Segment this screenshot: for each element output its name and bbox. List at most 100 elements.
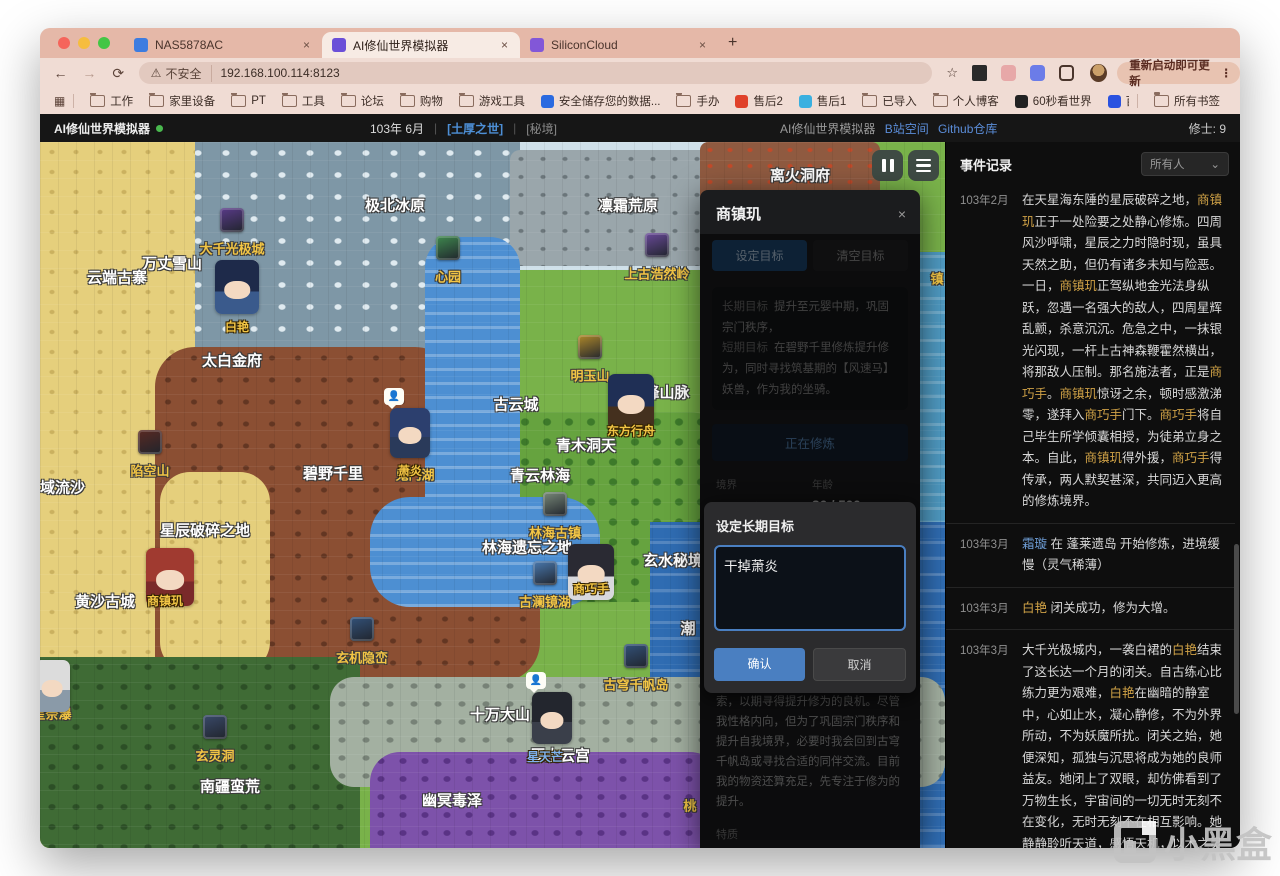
extension-icon-1[interactable] [972,65,988,81]
bookmark-item[interactable]: 手办 [676,93,719,109]
minimize-window-button[interactable] [78,37,90,49]
confirm-button[interactable]: 确认 [714,648,805,681]
extension-icon-2[interactable] [1001,65,1017,81]
building-icon[interactable] [220,208,244,232]
character-name-link[interactable]: 霜璇 [1022,537,1047,551]
bookmark-item[interactable]: 已导入 [862,93,917,109]
tab-close-icon[interactable]: × [697,38,708,52]
back-button[interactable]: ← [52,65,69,81]
bookmark-item[interactable]: 家里设备 [149,93,215,109]
address-bar[interactable]: ⚠ 不安全 192.168.100.114:8123 [138,62,933,84]
new-tab-button[interactable]: + [728,34,737,52]
character-sprite[interactable] [532,692,572,744]
map-site-label[interactable]: 古澜镜湖 [519,592,571,611]
character-name-label[interactable]: 商巧手 [573,580,609,597]
github-link[interactable]: Github仓库 [938,122,997,136]
bookmark-item[interactable]: 安全储存您的数据... [540,93,660,109]
character-name-label[interactable]: 东方行舟 [607,422,655,439]
map-site-label[interactable]: 镇 [930,269,943,288]
event-log-title: 事件记录 [960,157,1013,173]
bilibili-link[interactable]: B站空间 [885,122,929,136]
character-name-label[interactable]: 商镇玑 [147,592,183,609]
update-button[interactable]: 重新启动即可更新 ⋮ [1117,60,1240,88]
bookmark-item[interactable]: 售后1 [798,93,846,109]
character-name-link[interactable]: 商镇玑 [1060,279,1098,293]
secret-realm-link[interactable]: [秘境] [526,120,557,137]
character-name-label[interactable]: 萧炎 [398,462,422,479]
bookmark-item[interactable]: 论坛 [340,93,384,109]
character-name-link[interactable]: 白艳 [1022,601,1047,615]
panel-scrollbar[interactable] [1234,544,1239,714]
zoom-window-button[interactable] [98,37,110,49]
map-site-label[interactable]: 大千光极城 [199,239,264,258]
character-sprite[interactable] [215,260,259,314]
tab-close-icon[interactable]: × [301,38,312,52]
all-bookmarks-button[interactable]: 所有书签 [1154,92,1220,109]
building-icon[interactable] [533,561,557,585]
bookmark-item[interactable]: 60秒看世界 [1014,93,1092,109]
browser-tab[interactable]: AI修仙世界模拟器 × [322,32,520,58]
apps-grid-icon[interactable]: ▦ [54,94,65,108]
map-site-label[interactable]: 玄机隐峦 [336,648,388,667]
era-link[interactable]: [土厚之世] [447,120,503,137]
bookmark-item[interactable]: 游戏工具 [458,93,525,109]
audience-filter-dropdown[interactable]: 所有人 ⌄ [1141,152,1229,176]
browser-tab[interactable]: SiliconCloud × [520,32,718,58]
bookmark-item[interactable]: PT [231,93,266,107]
character-name-link[interactable]: 白艳 [1110,686,1135,700]
bookmark-item[interactable]: 售后2 [735,93,783,109]
bookmark-star-icon[interactable]: ☆ [946,65,958,81]
close-window-button[interactable] [58,37,70,49]
character-name-link[interactable]: 商镇玑 [1085,451,1123,465]
building-icon[interactable] [138,430,162,454]
bookmark-item[interactable]: 购物 [399,93,443,109]
forward-button[interactable]: → [81,65,98,81]
building-icon[interactable] [350,617,374,641]
extensions-puzzle-icon[interactable] [1059,65,1075,81]
tab-close-icon[interactable]: × [499,38,510,52]
close-icon[interactable]: × [898,206,906,222]
browser-menu-dots-icon[interactable]: ⋮ [1220,66,1232,80]
map-site-label[interactable]: 上古浩然岭 [624,264,689,283]
goal-input[interactable] [714,545,906,631]
map-site-label[interactable]: 林海古镇 [529,523,581,542]
character-name-link[interactable]: 商镇玑 [1060,387,1098,401]
bookmark-item[interactable]: 工具 [281,93,325,109]
character-name-label[interactable]: 白艳 [225,318,249,335]
bookmark-item[interactable]: 个人博客 [932,93,999,109]
browser-tab[interactable]: NAS5878AC × [124,32,322,58]
bookmark-item[interactable]: 百度一下，你就知道 [1107,93,1129,109]
extension-icon-3[interactable] [1030,65,1046,81]
map-site-label[interactable]: 古穹千帆岛 [603,675,668,694]
map-site-label[interactable]: 明玉山 [570,366,609,385]
character-name-label[interactable]: 星天芒 [527,748,563,765]
pause-button[interactable] [872,150,903,181]
building-icon[interactable] [436,236,460,260]
map-site-label[interactable]: 桃 [683,796,696,815]
profile-avatar[interactable] [1090,64,1108,82]
event-text: 白艳 闭关成功，修为大增。 [1022,598,1227,620]
building-icon[interactable] [578,335,602,359]
building-icon[interactable] [624,644,648,668]
bookmark-item[interactable]: 工作 [90,93,133,109]
character-name-link[interactable]: 商巧手 [1160,408,1198,422]
building-icon[interactable] [645,233,669,257]
building-icon[interactable] [203,715,227,739]
reload-button[interactable]: ⟳ [110,65,127,82]
world-map[interactable]: 极北冰原 凛霜荒原 离火洞府 万丈雪山 云端古寨 太白金府 古云城 峰山脉 青木洞天 青云林海 碧野… [40,142,945,848]
character-name-link[interactable]: 商巧手 [1085,408,1123,422]
character-sprite[interactable] [390,408,430,458]
map-site-label[interactable]: 玄灵洞 [195,746,234,765]
character-name-link[interactable]: 商巧手 [1172,451,1210,465]
security-chip[interactable]: ⚠ 不安全 [151,64,213,82]
map-site-label[interactable]: 心园 [435,267,461,286]
map-place-label: 潮 [680,620,696,638]
building-icon[interactable] [543,492,567,516]
cancel-button[interactable]: 取消 [813,648,906,681]
event-text: 在天星海东陲的星辰破碎之地，商镇玑正于一处险要之处静心修炼。四周风沙呼啸，星辰之… [1022,190,1227,513]
map-site-label[interactable]: 陷空山 [130,461,169,480]
character-sprite[interactable] [40,660,70,712]
character-name-link[interactable]: 白艳 [1172,643,1197,657]
map-menu-button[interactable] [908,150,939,181]
tab-favicon [530,38,544,52]
